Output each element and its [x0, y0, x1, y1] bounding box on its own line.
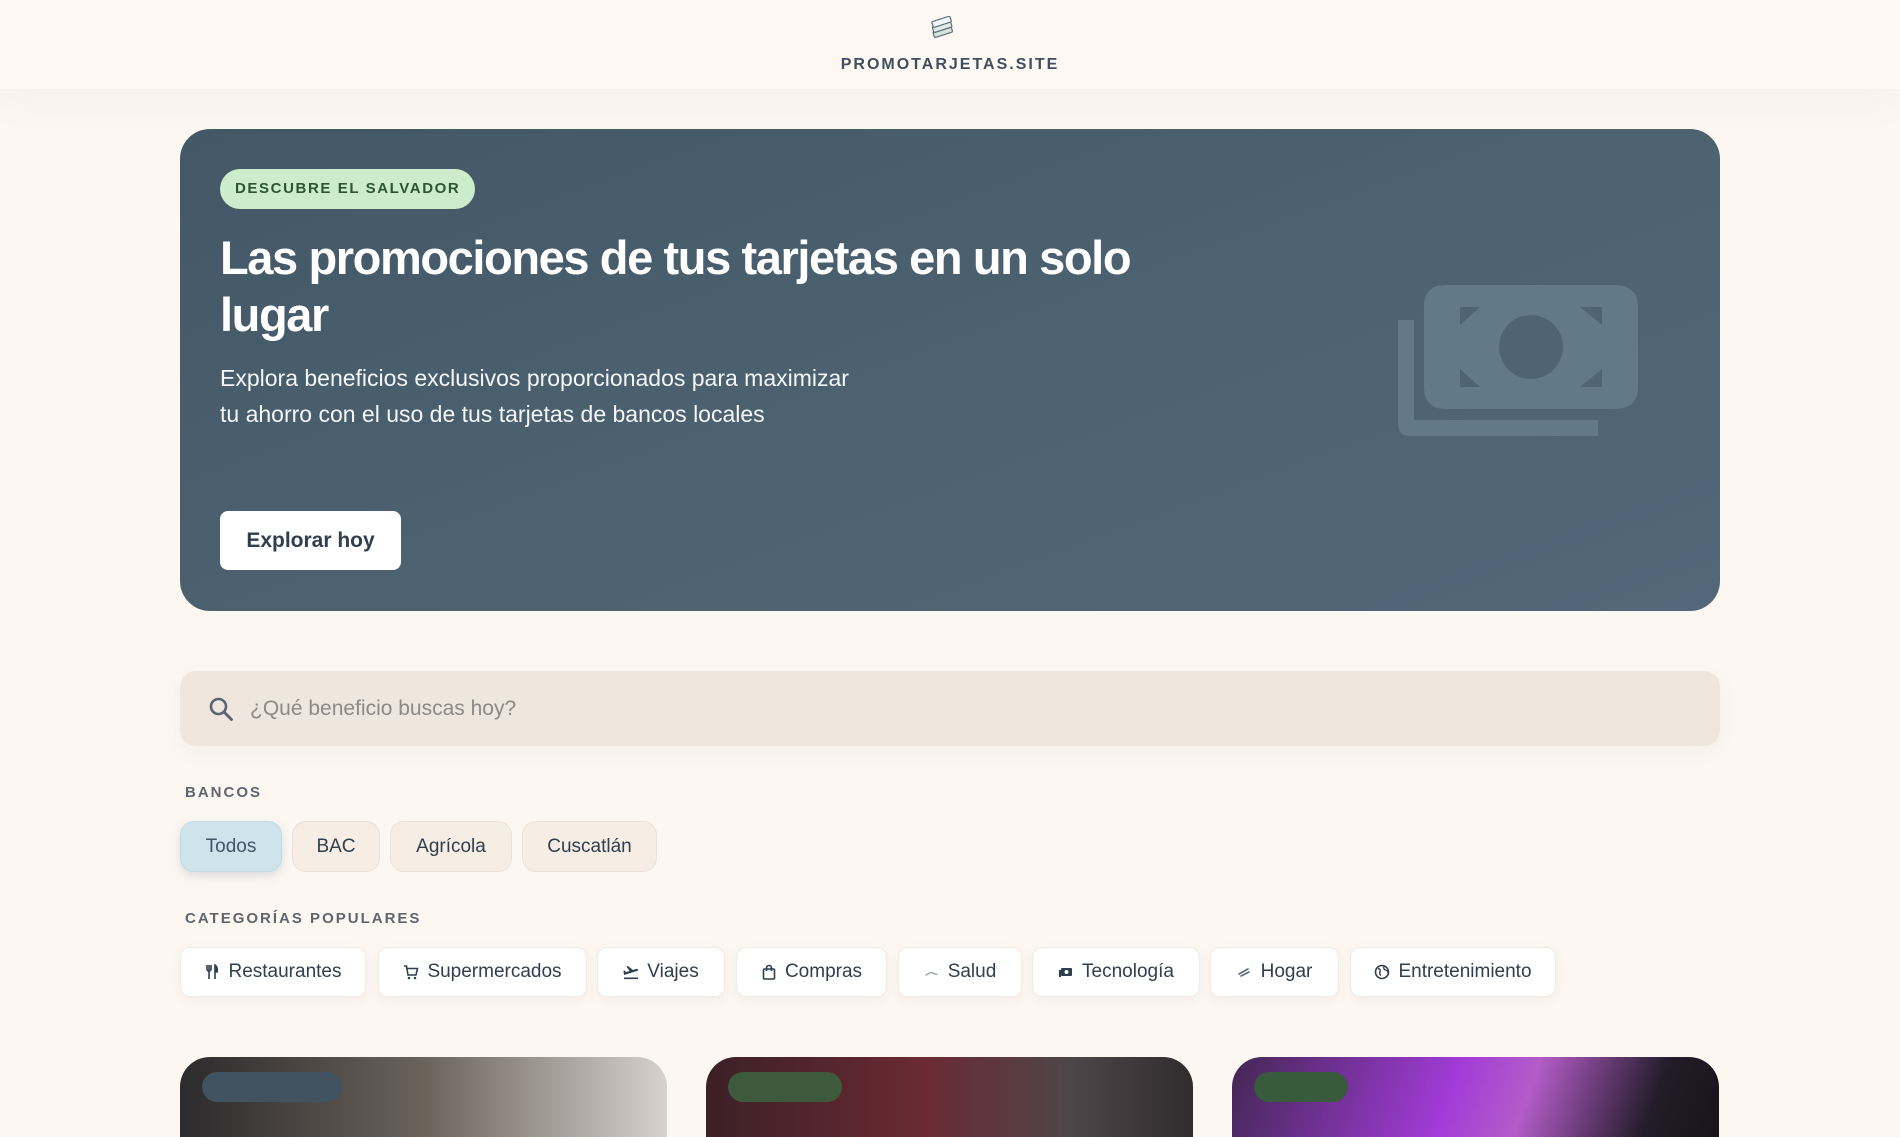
- search-icon: [209, 697, 233, 721]
- category-viajes[interactable]: Viajes: [597, 947, 725, 997]
- tech-icon: [1059, 968, 1073, 977]
- category-compras[interactable]: Compras: [736, 947, 887, 997]
- globe-icon: [1375, 964, 1390, 980]
- category-label: Entretenimiento: [1398, 961, 1532, 982]
- promo-card[interactable]: [180, 1057, 667, 1137]
- plane-icon: [623, 966, 639, 980]
- category-label: Supermercados: [427, 961, 562, 982]
- bank-chip-bac[interactable]: BAC: [292, 821, 380, 872]
- explore-button[interactable]: Explorar hoy: [220, 511, 401, 570]
- bank-chip-todos[interactable]: Todos: [180, 821, 282, 872]
- category-label: Compras: [784, 961, 863, 982]
- category-salud[interactable]: Salud: [898, 947, 1022, 997]
- utensils-icon: [206, 964, 219, 979]
- banks-label: BANCOS: [185, 784, 263, 801]
- cart-icon: [404, 965, 419, 980]
- category-hogar[interactable]: Hogar: [1210, 947, 1339, 997]
- search-bar: [180, 671, 1720, 746]
- category-label: Restaurantes: [228, 961, 342, 982]
- banknotes-icon: [1398, 285, 1638, 436]
- hero-banner: DESCUBRE EL SALVADOR Las promociones de …: [180, 129, 1720, 611]
- site-name[interactable]: PROMOTARJETAS.SITE: [0, 56, 1900, 74]
- hero-description: Explora beneficios exclusivos proporcion…: [220, 365, 849, 427]
- card-tag: [202, 1072, 342, 1102]
- bank-chip-cuscatlan[interactable]: Cuscatlán: [522, 821, 657, 872]
- card-tag: [728, 1072, 842, 1102]
- category-entretenimiento[interactable]: Entretenimiento: [1350, 947, 1556, 997]
- category-label: Salud: [947, 961, 997, 982]
- category-label: Viajes: [647, 961, 699, 982]
- categories-label: CATEGORÍAS POPULARES: [185, 910, 422, 927]
- promo-card[interactable]: [706, 1057, 1193, 1137]
- hero-title: Las promociones de tus tarjetas en un so…: [220, 231, 1132, 341]
- promo-card[interactable]: [1232, 1057, 1719, 1137]
- category-label: Tecnología: [1082, 961, 1174, 982]
- shopping-bag-icon: [762, 964, 776, 980]
- search-input[interactable]: [248, 671, 1688, 746]
- bank-chip-agricola[interactable]: Agrícola: [390, 821, 512, 872]
- hero-badge: DESCUBRE EL SALVADOR: [220, 169, 476, 209]
- category-restaurantes[interactable]: Restaurantes: [180, 947, 366, 997]
- card-tag: [1254, 1072, 1348, 1102]
- category-supermercados[interactable]: Supermercados: [378, 947, 587, 997]
- site-header: PROMOTARJETAS.SITE: [0, 0, 1900, 89]
- home-icon: [1237, 968, 1250, 977]
- category-tecnologia[interactable]: Tecnología: [1032, 947, 1200, 997]
- category-label: Hogar: [1260, 961, 1313, 982]
- health-icon: [924, 971, 938, 976]
- money-stack-icon[interactable]: [929, 16, 955, 40]
